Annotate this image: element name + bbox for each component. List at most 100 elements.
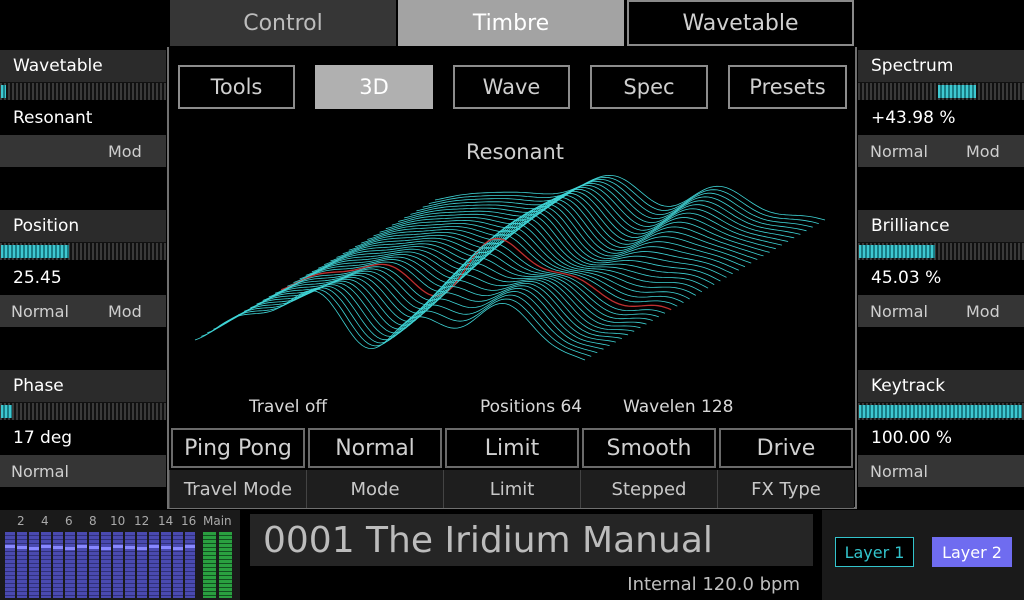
mixer-channel-meter[interactable] bbox=[29, 532, 39, 598]
position-control[interactable]: Position 25.45 Normal Mod bbox=[0, 210, 166, 327]
wavetable-name: Resonant bbox=[465, 140, 565, 164]
layer1-button[interactable]: Layer 1 bbox=[835, 537, 914, 567]
wavetable-slider[interactable] bbox=[0, 82, 166, 100]
keytrack-slider-fill bbox=[859, 405, 1022, 418]
mixer-channel-meter[interactable] bbox=[41, 532, 51, 598]
travel-status: Travel off bbox=[249, 397, 328, 417]
position-value: 25.45 bbox=[13, 267, 62, 288]
spectrum-label: Spectrum bbox=[858, 50, 1024, 82]
wave-frame-line bbox=[422, 178, 813, 228]
travel-mode-button[interactable]: Ping Pong bbox=[171, 428, 305, 468]
mixer-channel-number: 6 bbox=[65, 514, 73, 528]
wavetable-label: Wavetable bbox=[0, 50, 166, 82]
mixer-channel-number: 14 bbox=[158, 514, 174, 528]
mixer-channel-meter[interactable] bbox=[77, 532, 87, 598]
spectrum-mod-row[interactable]: Normal Mod bbox=[858, 135, 1024, 167]
spectrum-normal[interactable]: Normal bbox=[870, 142, 928, 161]
brilliance-slider[interactable] bbox=[858, 242, 1024, 260]
position-normal[interactable]: Normal bbox=[11, 302, 69, 321]
mixer-channel-meter[interactable] bbox=[65, 532, 75, 598]
mixer-channel-number: 10 bbox=[110, 514, 126, 528]
brilliance-value: 45.03 % bbox=[871, 267, 942, 288]
brilliance-mod-row[interactable]: Normal Mod bbox=[858, 295, 1024, 327]
mixer-channel-peak bbox=[5, 545, 15, 548]
mixer-channel-peak bbox=[65, 547, 75, 550]
phase-slider[interactable] bbox=[0, 402, 166, 420]
mixer-channel-meter[interactable] bbox=[125, 532, 135, 598]
brilliance-mod[interactable]: Mod bbox=[966, 302, 1000, 321]
mixer-channel-meter[interactable] bbox=[161, 532, 171, 598]
spectrum-mod[interactable]: Mod bbox=[966, 142, 1000, 161]
stepped-button[interactable]: Smooth bbox=[582, 428, 716, 468]
mixer-channel-number: 2 bbox=[17, 514, 25, 528]
mixer-main-label: Main bbox=[203, 514, 232, 528]
subtab-tools[interactable]: Tools bbox=[178, 65, 295, 109]
position-slider[interactable] bbox=[0, 242, 166, 260]
spectrum-slider-fill bbox=[938, 85, 976, 98]
mixer-channel-peak bbox=[173, 547, 183, 550]
clock-status: Internal 120.0 bpm bbox=[627, 574, 800, 595]
mode-button[interactable]: Normal bbox=[308, 428, 442, 468]
spectrum-slider[interactable] bbox=[858, 82, 1024, 100]
positions-count: Positions 64 bbox=[480, 397, 583, 417]
subtab-wave[interactable]: Wave bbox=[453, 65, 570, 109]
mixer-channel-meter[interactable] bbox=[53, 532, 63, 598]
wavetable-mod-row[interactable]: Mod bbox=[0, 135, 166, 167]
mixer-channel-meter[interactable] bbox=[137, 532, 147, 598]
mixer-channel-meter[interactable] bbox=[89, 532, 99, 598]
position-mod[interactable]: Mod bbox=[108, 302, 142, 321]
mixer-channel-meter[interactable] bbox=[5, 532, 15, 598]
mixer-channel-peak bbox=[89, 546, 99, 549]
subtab-3d[interactable]: 3D bbox=[315, 65, 433, 109]
limit-label: Limit bbox=[443, 470, 580, 508]
keytrack-slider[interactable] bbox=[858, 402, 1024, 420]
subtab-spec[interactable]: Spec bbox=[590, 65, 708, 109]
mixer-channel-meter[interactable] bbox=[185, 532, 195, 598]
mixer-channel-number: 4 bbox=[41, 514, 49, 528]
keytrack-control[interactable]: Keytrack 100.00 % Normal bbox=[858, 370, 1024, 487]
mixer-channel-peak bbox=[185, 545, 195, 548]
tab-control[interactable]: Control bbox=[170, 0, 396, 46]
mixer-channel-peak bbox=[41, 545, 51, 548]
tab-wavetable[interactable]: Wavetable bbox=[627, 0, 854, 46]
mixer-channel-meter[interactable] bbox=[113, 532, 123, 598]
layer2-button[interactable]: Layer 2 bbox=[932, 537, 1012, 567]
wave-frame-line bbox=[434, 174, 826, 221]
spectrum-value: +43.98 % bbox=[871, 107, 956, 128]
wave-frame-line bbox=[299, 226, 690, 300]
phase-normal[interactable]: Normal bbox=[11, 462, 69, 481]
limit-button[interactable]: Limit bbox=[445, 428, 579, 468]
mixer-channel-peak bbox=[113, 545, 123, 548]
mixer-channel-meter[interactable] bbox=[17, 532, 27, 598]
subtab-presets[interactable]: Presets bbox=[728, 65, 847, 109]
keytrack-mod-row[interactable]: Normal bbox=[858, 455, 1024, 487]
phase-slider-fill bbox=[1, 405, 12, 418]
phase-control[interactable]: Phase 17 deg Normal bbox=[0, 370, 166, 487]
fx-type-button[interactable]: Drive bbox=[719, 428, 853, 468]
keytrack-normal[interactable]: Normal bbox=[870, 462, 928, 481]
mixer-channel-meter[interactable] bbox=[101, 532, 111, 598]
brilliance-normal[interactable]: Normal bbox=[870, 302, 928, 321]
mixer-channel-number: 12 bbox=[134, 514, 150, 528]
main-output-meter bbox=[203, 532, 216, 598]
wavetable-3d-view[interactable] bbox=[185, 135, 840, 390]
main-output-meter bbox=[219, 532, 232, 598]
wavetable-control[interactable]: Wavetable Resonant Mod bbox=[0, 50, 166, 167]
mixer-channel-meter[interactable] bbox=[173, 532, 183, 598]
mixer-channel-meter[interactable] bbox=[149, 532, 159, 598]
mixer-channel-peak bbox=[125, 546, 135, 549]
wave-frame-line bbox=[354, 201, 746, 268]
fx-type-label: FX Type bbox=[717, 470, 854, 508]
wave-frame-line bbox=[207, 287, 598, 354]
spectrum-control[interactable]: Spectrum +43.98 % Normal Mod bbox=[858, 50, 1024, 167]
brilliance-control[interactable]: Brilliance 45.03 % Normal Mod bbox=[858, 210, 1024, 327]
position-mod-row[interactable]: Normal Mod bbox=[0, 295, 166, 327]
keytrack-label: Keytrack bbox=[858, 370, 1024, 402]
mixer-channel-peak bbox=[137, 547, 147, 550]
mixer-channel-peak bbox=[17, 546, 27, 549]
tab-timbre[interactable]: Timbre bbox=[398, 0, 624, 46]
patch-name[interactable]: 0001 The Iridium Manual bbox=[250, 514, 813, 566]
wavetable-mod[interactable]: Mod bbox=[108, 142, 142, 161]
mixer-channel-peak bbox=[149, 545, 159, 548]
phase-mod-row[interactable]: Normal bbox=[0, 455, 166, 487]
